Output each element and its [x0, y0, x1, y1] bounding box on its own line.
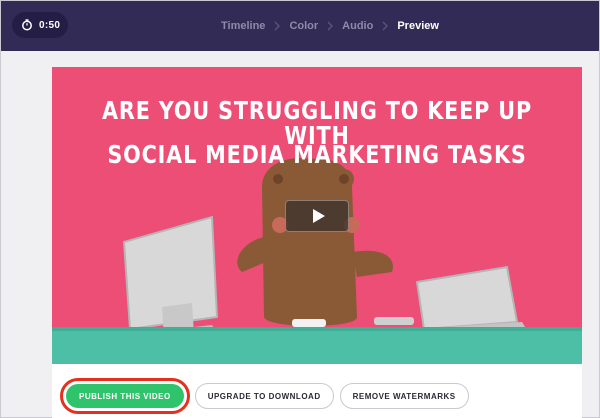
- top-bar: 0:50 Timeline Color Audio Preview: [1, 1, 599, 51]
- publish-video-button[interactable]: PUBLISH THIS VIDEO: [60, 378, 190, 414]
- upgrade-to-download-button[interactable]: UPGRADE TO DOWNLOAD: [194, 383, 334, 409]
- preview-panel: ARE YOU STRUGGLING TO KEEP UP WITH SOCIA…: [52, 67, 582, 418]
- action-buttons: PUBLISH THIS VIDEO UPGRADE TO DOWNLOAD R…: [60, 378, 475, 414]
- step-color[interactable]: Color: [289, 20, 318, 32]
- chevron-right-icon: [274, 21, 281, 31]
- video-headline-line2: SOCIAL MEDIA MARKETING TASKS: [107, 140, 527, 169]
- step-audio[interactable]: Audio: [342, 20, 373, 32]
- duration-text: 0:50: [39, 19, 61, 31]
- timer-icon: [22, 19, 32, 31]
- step-timeline[interactable]: Timeline: [221, 20, 265, 32]
- video-preview[interactable]: ARE YOU STRUGGLING TO KEEP UP WITH SOCIA…: [52, 67, 582, 364]
- chevron-right-icon: [327, 21, 334, 31]
- publish-highlight: PUBLISH THIS VIDEO: [60, 378, 190, 414]
- play-icon: [312, 209, 325, 223]
- step-preview[interactable]: Preview: [397, 20, 439, 32]
- step-navigation: Timeline Color Audio Preview: [221, 1, 439, 51]
- duration-badge: 0:50: [12, 12, 68, 38]
- play-button[interactable]: [285, 200, 349, 232]
- chevron-right-icon: [382, 21, 389, 31]
- remove-watermarks-button[interactable]: REMOVE WATERMARKS: [339, 383, 469, 409]
